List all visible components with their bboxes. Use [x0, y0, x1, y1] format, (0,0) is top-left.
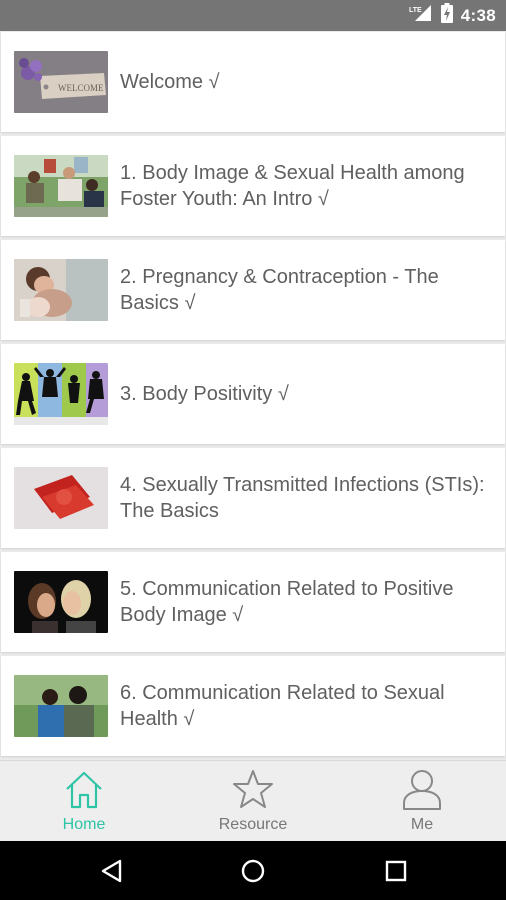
svg-text:WELCOME: WELCOME: [58, 83, 104, 93]
condom-packets-photo: [14, 467, 108, 529]
lesson-item-4[interactable]: 4. Sexually Transmitted Infections (STIs…: [1, 448, 505, 548]
bottom-navigation: Home Resource Me: [0, 760, 506, 842]
youth-group-photo: [14, 155, 108, 217]
welcome-tag-flowers-photo: WELCOME: [14, 51, 108, 113]
lesson-title: Welcome √: [120, 71, 220, 93]
lesson-title: 4. Sexually Transmitted Infections (STIs…: [120, 474, 485, 522]
home-icon: [66, 771, 102, 809]
lesson-title: 6. Communication Related to Sexual Healt…: [120, 682, 445, 730]
recents-icon[interactable]: [382, 857, 410, 885]
home-circle-icon[interactable]: [239, 857, 267, 885]
lesson-title: 3. Body Positivity √: [120, 383, 289, 405]
two-women-talking-photo: [14, 571, 108, 633]
lesson-item-2[interactable]: 2. Pregnancy & Contraception - The Basic…: [1, 240, 505, 340]
lesson-title: 5. Communication Related to Positive Bod…: [120, 578, 454, 626]
tab-home-label: Home: [62, 816, 106, 833]
tab-me-label: Me: [410, 816, 434, 833]
back-icon[interactable]: [98, 857, 126, 885]
lesson-item-welcome[interactable]: WELCOME Welcome √: [1, 32, 505, 132]
tab-resource[interactable]: Resource: [169, 761, 337, 842]
jumping-silhouettes-photo: [14, 363, 108, 425]
status-icons: LTE 4:38: [409, 0, 496, 31]
lesson-item-6[interactable]: 6. Communication Related to Sexual Healt…: [1, 656, 505, 756]
system-navigation-bar: [0, 841, 506, 900]
star-icon: [233, 770, 273, 808]
status-time: 4:38: [460, 5, 496, 25]
tab-resource-label: Resource: [218, 816, 288, 833]
tab-me[interactable]: Me: [338, 761, 506, 842]
battery-charging-icon: [440, 3, 453, 28]
mother-baby-photo: [14, 259, 108, 321]
lesson-item-3[interactable]: 3. Body Positivity √: [1, 344, 505, 444]
status-bar: LTE 4:38: [0, 0, 506, 31]
lesson-title: 1. Body Image & Sexual Health among Fost…: [120, 162, 465, 210]
svg-text:LTE: LTE: [409, 7, 422, 14]
lesson-title: 2. Pregnancy & Contraception - The Basic…: [120, 266, 439, 314]
person-icon: [403, 770, 441, 810]
lesson-list[interactable]: WELCOME Welcome √ 1. Body Image & Sexual…: [0, 31, 506, 760]
two-people-talking-photo: [14, 675, 108, 737]
tab-home[interactable]: Home: [0, 761, 168, 842]
lte-signal-icon: LTE: [409, 4, 433, 27]
lesson-item-1[interactable]: 1. Body Image & Sexual Health among Fost…: [1, 136, 505, 236]
lesson-item-5[interactable]: 5. Communication Related to Positive Bod…: [1, 552, 505, 652]
